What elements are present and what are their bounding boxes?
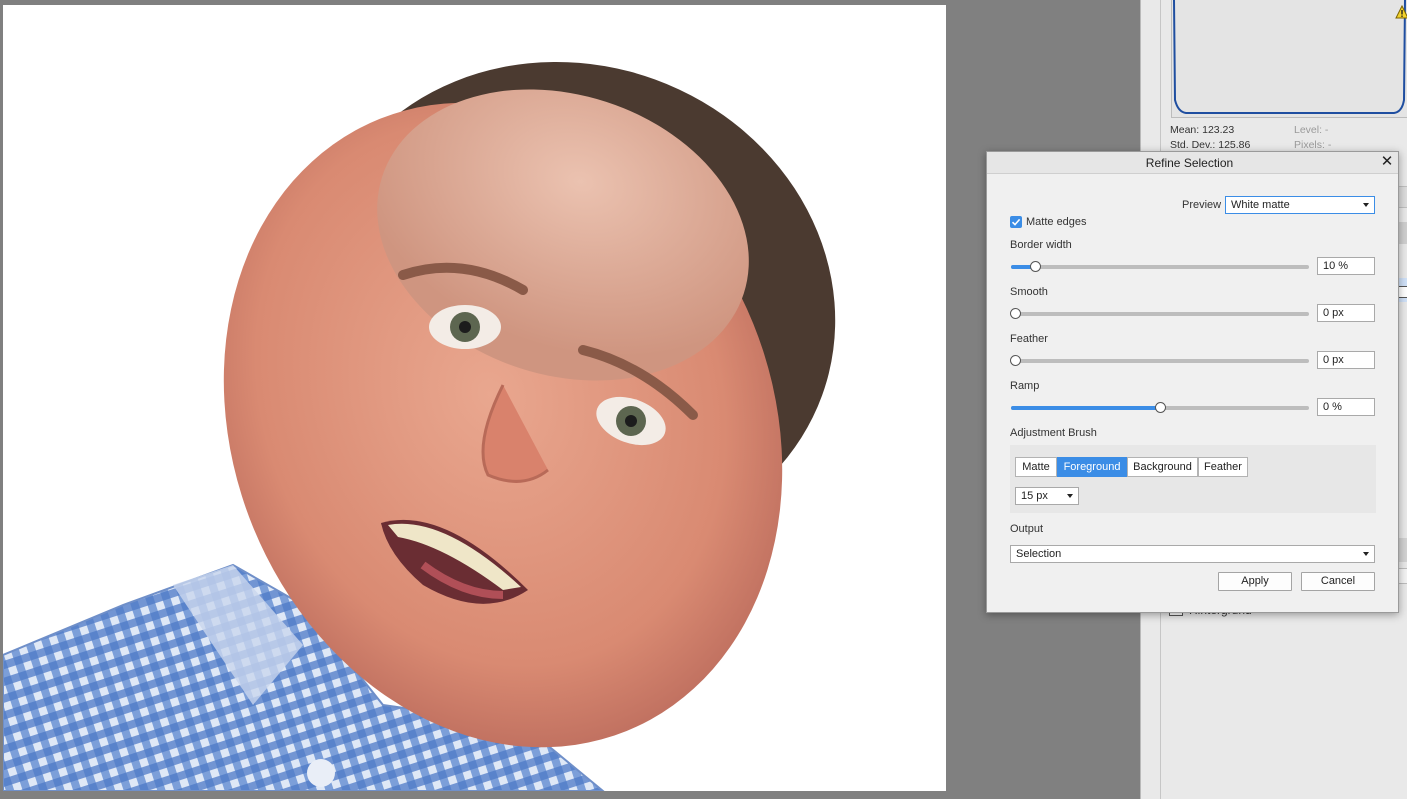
- matte-edges-label: Matte edges: [1026, 216, 1087, 228]
- ramp-slider-handle[interactable]: [1155, 402, 1166, 413]
- preview-label: Preview: [1182, 199, 1222, 211]
- cancel-button[interactable]: Cancel: [1301, 572, 1375, 591]
- histogram-mean: Mean: 123.23: [1170, 124, 1235, 136]
- brush-mode-feather[interactable]: Feather: [1198, 457, 1248, 477]
- brush-mode-background[interactable]: Background: [1127, 457, 1198, 477]
- dialog-titlebar[interactable]: Refine Selection ✕: [987, 152, 1398, 174]
- smooth-label: Smooth: [1010, 286, 1048, 298]
- brush-mode-foreground[interactable]: Foreground: [1057, 457, 1127, 477]
- border-width-slider-handle[interactable]: [1029, 261, 1041, 272]
- refine-selection-dialog: Refine Selection ✕ Preview White matte M…: [986, 151, 1399, 613]
- histogram-graph: [1171, 0, 1407, 118]
- brush-size-select[interactable]: 15 px: [1015, 487, 1079, 505]
- preview-value: White matte: [1231, 199, 1290, 211]
- brush-mode-matte[interactable]: Matte: [1015, 457, 1057, 477]
- adjustment-brush-label: Adjustment Brush: [1010, 427, 1097, 439]
- smooth-slider-track[interactable]: [1011, 312, 1309, 316]
- dialog-title: Refine Selection: [1145, 156, 1234, 170]
- preview-select[interactable]: White matte: [1225, 196, 1375, 214]
- warning-icon[interactable]: [1395, 4, 1407, 19]
- ramp-label: Ramp: [1010, 380, 1040, 392]
- apply-button[interactable]: Apply: [1218, 572, 1292, 591]
- matte-edges-checkbox[interactable]: [1010, 216, 1022, 228]
- output-label: Output: [1010, 523, 1044, 535]
- feather-label: Feather: [1010, 333, 1048, 345]
- photo-subject: [3, 61, 836, 791]
- close-icon[interactable]: ✕: [1379, 153, 1395, 171]
- feather-field[interactable]: 0 px: [1317, 351, 1375, 369]
- histogram-pixels: Pixels: -: [1294, 139, 1332, 151]
- histogram-std-dev: Std. Dev.: 125.86: [1170, 139, 1251, 151]
- border-width-field[interactable]: 10 %: [1317, 257, 1375, 275]
- ramp-field[interactable]: 0 %: [1317, 398, 1375, 416]
- border-width-label: Border width: [1010, 239, 1072, 251]
- smooth-slider-handle[interactable]: [1010, 308, 1021, 319]
- output-value: Selection: [1016, 548, 1062, 560]
- histogram-level: Level: -: [1294, 124, 1329, 136]
- feather-slider-track[interactable]: [1011, 359, 1309, 363]
- smooth-field[interactable]: 0 px: [1317, 304, 1375, 322]
- chevron-down-icon: [1067, 494, 1073, 498]
- chevron-down-icon: [1363, 552, 1369, 556]
- document-image[interactable]: [3, 5, 946, 791]
- layer-visibility-checkbox[interactable]: [1398, 286, 1407, 298]
- brush-size-value: 15 px: [1021, 490, 1048, 502]
- border-width-slider-track[interactable]: [1011, 265, 1309, 269]
- output-select[interactable]: Selection: [1010, 545, 1375, 563]
- feather-slider-handle[interactable]: [1010, 355, 1021, 366]
- checkmark-icon: [1011, 218, 1021, 226]
- slider-fill: [1011, 406, 1160, 410]
- chevron-down-icon: [1363, 203, 1369, 207]
